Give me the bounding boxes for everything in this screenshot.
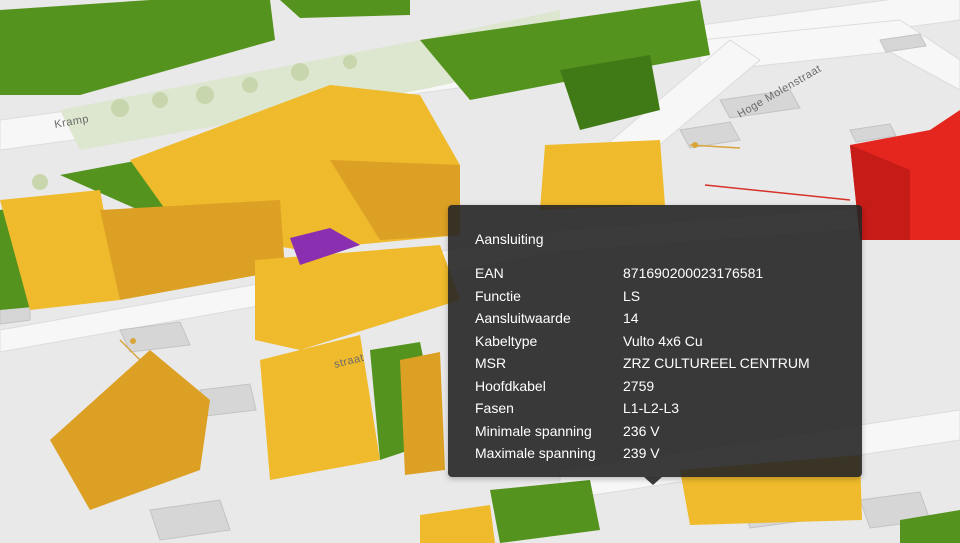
attr-label-msr: MSR [475,355,507,371]
attr-value-kabeltype: Vulto 4x6 Cu [623,332,703,349]
attr-value-functie: LS [623,287,641,304]
attr-value-hoofdkabel: 2759 [623,377,655,394]
attr-value-maximale-spanning: 239 V [623,445,660,461]
attr-label-minimale-spanning: Minimale spanning [475,422,592,439]
attr-value-minimale-spanning: 236 V [623,422,660,439]
connection-info-popup: Aansluiting EAN 871690200023176581 Funct… [448,205,862,485]
attr-label-fasen: Fasen [475,400,514,416]
popup-attribute-list: EAN 871690200023176581 Functie LS Aanslu… [475,265,862,461]
attr-label-kabeltype: Kabeltype [475,332,538,349]
popup-title: Aansluiting [475,231,544,247]
attr-label-maximale-spanning: Maximale spanning [475,445,596,461]
attr-value-fasen: L1-L2-L3 [623,400,680,416]
attr-value-ean: 871690200023176581 [623,265,764,281]
attr-label-ean: EAN [475,265,504,281]
attr-label-functie: Functie [475,287,521,304]
attr-value-msr: ZRZ CULTUREEL CENTRUM [623,355,810,371]
attr-label-hoofdkabel: Hoofdkabel [475,377,546,394]
attr-value-aansluitwaarde: 14 [623,310,639,326]
map-view[interactable]: Kramp straat Hoge Molenstraat Aansluitin… [0,0,960,543]
attr-label-aansluitwaarde: Aansluitwaarde [475,310,571,326]
